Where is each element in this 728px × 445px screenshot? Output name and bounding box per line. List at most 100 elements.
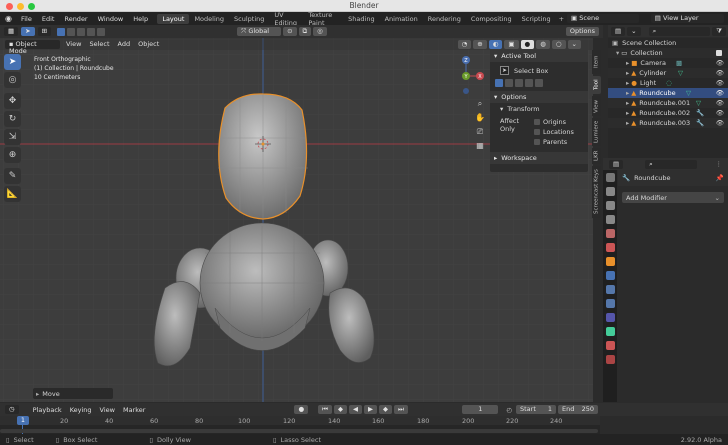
mode-intersect-icon[interactable] [97,27,106,36]
outliner-filter-icon[interactable]: ⧩ [712,26,726,36]
tab-tool[interactable]: Tool [592,76,601,94]
locations-checkbox-box[interactable] [534,129,540,135]
select-box-tool-icon[interactable]: ➤ [4,54,21,70]
navigation-gizmo[interactable]: Z X Y [460,54,486,98]
np-mode-invert-icon[interactable] [525,79,533,87]
play-icon[interactable]: ▶ [363,405,377,414]
blender-logo-icon[interactable]: ◉ [0,14,16,23]
jump-end-icon[interactable]: ⏭ [393,405,408,414]
measure-tool-icon[interactable]: 📐 [4,186,21,202]
visibility-eye-icon[interactable]: 👁 [716,79,724,87]
np-mode-new-icon[interactable] [495,79,503,87]
move-tool-icon[interactable]: ✥ [4,93,21,109]
np-mode-extend-icon[interactable] [505,79,513,87]
rotate-tool-icon[interactable]: ↻ [4,111,21,127]
playhead[interactable]: 1 [17,416,29,425]
xray-toggle-icon[interactable]: ▣ [504,39,519,49]
select-box-row[interactable]: ➤ Select Box [490,62,588,77]
tab-screencast-keys[interactable]: Screencast Keys [592,166,601,218]
tab-lkr[interactable]: LKR [592,148,601,164]
outliner-item-cylinder[interactable]: ▸ ▲ Cylinder ▽ 👁 [608,68,728,78]
tab-rendering[interactable]: Rendering [423,14,466,24]
options-header[interactable]: ▾ Options [490,91,588,103]
timeline-menu-playback[interactable]: Playback [29,406,66,414]
physics-props-icon[interactable] [605,299,615,308]
mode-new-icon[interactable] [57,27,66,36]
timeline-scrollbar[interactable] [0,429,598,433]
mode-dropdown[interactable]: ▪ Object Mode [5,39,60,54]
menu-window[interactable]: Window [93,15,129,23]
modifier-props-wrench-icon[interactable] [605,271,615,280]
add-modifier-dropdown[interactable]: Add Modifier ⌄ [622,192,724,203]
outliner-scene-collection[interactable]: ▣ Scene Collection [608,38,728,48]
current-frame-field[interactable]: 1 [462,405,499,414]
play-reverse-icon[interactable]: ◀ [348,405,362,414]
view-layer-props-icon[interactable] [605,215,615,224]
end-frame-field[interactable]: End 250 [558,405,598,414]
vp-menu-select[interactable]: Select [85,40,113,48]
last-operator-panel[interactable]: ▸ Move [33,388,113,399]
tab-modeling[interactable]: Modeling [189,14,229,24]
view-layer-selector[interactable]: ▤ View Layer [650,14,724,23]
material-shading-icon[interactable]: ◍ [536,39,550,49]
tab-compositing[interactable]: Compositing [466,14,517,24]
tab-scripting[interactable]: Scripting [517,14,556,24]
active-tool-header[interactable]: ▾ Active Tool [490,50,588,62]
select-mode-icon[interactable]: ➤ [21,27,35,36]
jump-start-icon[interactable]: ⏮ [318,405,332,414]
record-toggle-icon[interactable]: ● [294,405,309,414]
np-mode-subtract-icon[interactable] [515,79,523,87]
tab-lumiere[interactable]: Lumiere [592,118,601,146]
tab-animation[interactable]: Animation [380,14,423,24]
perspective-toggle-icon[interactable]: ▦ [474,141,486,155]
scene-selector[interactable]: ▣ Scene [567,14,639,23]
np-mode-intersect-icon[interactable] [535,79,543,87]
scale-tool-icon[interactable]: ⇲ [4,129,21,145]
rendered-shading-icon[interactable]: ○ [551,39,566,49]
visibility-eye-icon[interactable]: 👁 [716,119,724,127]
particles-props-icon[interactable] [605,285,615,294]
timeline[interactable]: 1 20 40 60 80 100 120 140 160 180 200 22… [0,416,600,434]
camera-view-icon[interactable]: ⎚ [474,127,486,141]
options-dropdown[interactable]: Options [565,27,599,36]
texture-props-icon[interactable] [605,355,615,364]
transform-orientation-dropdown[interactable]: ⤧ Global [237,27,282,36]
mode-invert-icon[interactable] [87,27,96,36]
tab-sculpting[interactable]: Sculpting [229,14,269,24]
annotate-tool-icon[interactable]: ✎ [4,168,21,184]
snap-toggle[interactable]: ⧉ [298,27,312,36]
cursor-tool-icon[interactable]: ◎ [4,72,21,88]
timeline-menu-marker[interactable]: Marker [119,406,149,414]
editor-type-icon[interactable]: ▦ [4,27,19,36]
timeline-menu-keying[interactable]: Keying [66,406,96,414]
vp-menu-object[interactable]: Object [134,40,163,48]
pivot-dropdown[interactable]: ⊙ [283,27,297,36]
properties-editor-type-icon[interactable]: ▤ [609,159,624,169]
vp-menu-view[interactable]: View [62,40,85,48]
menu-file[interactable]: File [16,15,37,23]
visibility-eye-icon[interactable]: 👁 [716,109,724,117]
add-workspace-icon[interactable]: + [556,15,567,23]
next-keyframe-icon[interactable]: ◆ [378,405,392,414]
outliner-search-input[interactable]: ⌕ [648,26,711,36]
tab-layout[interactable]: Layout [157,13,190,24]
pan-hand-icon[interactable]: ✋ [474,113,486,127]
stopwatch-icon[interactable]: ◴ [506,406,512,414]
mode-extend-icon[interactable] [67,27,76,36]
origins-checkbox-box[interactable] [534,119,540,125]
collection-checkbox[interactable] [716,50,722,56]
properties-options-icon[interactable]: ⋮ [716,160,723,168]
transform-tool-icon[interactable]: ⊕ [4,147,21,163]
timeline-editor-type-icon[interactable]: ◷ [5,405,19,414]
scene-props-icon[interactable] [605,229,615,238]
material-props-icon[interactable] [605,341,615,350]
zoom-icon[interactable]: ⌕ [474,99,486,113]
tool-settings-icon[interactable]: ⊞ [37,27,52,36]
properties-search-input[interactable]: ⌕ [645,159,698,169]
origins-checkbox[interactable]: Origins [534,117,574,127]
outliner-item-camera[interactable]: ▸ ■ Camera ▩ 👁 [608,58,728,68]
outliner-item-roundcube[interactable]: ▸ ▲ Roundcube ▽ 👁 [608,88,728,98]
data-props-icon[interactable] [605,327,615,336]
outliner-editor-type-icon[interactable]: ▤ [611,26,626,36]
shading-options-icon[interactable]: ⌄ [567,39,581,49]
